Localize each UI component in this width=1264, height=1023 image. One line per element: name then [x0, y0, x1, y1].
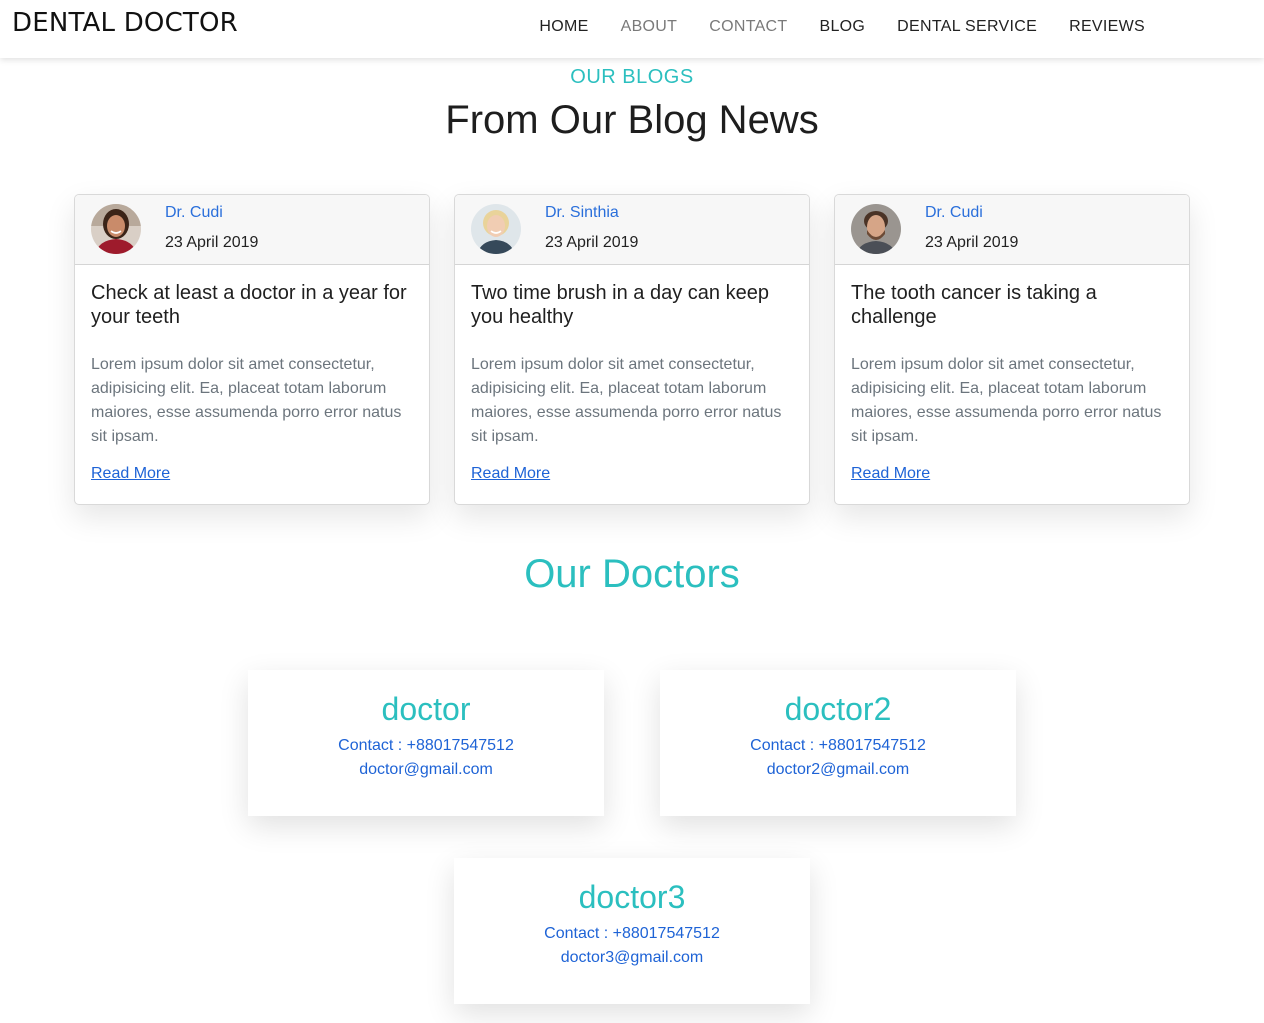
- blog-card-body: Check at least a doctor in a year for yo…: [75, 265, 429, 483]
- nav-dental-service[interactable]: DENTAL SERVICE: [897, 18, 1037, 36]
- nav-reviews[interactable]: REVIEWS: [1069, 18, 1145, 36]
- doctor-contact: Contact : +88017547512: [544, 925, 720, 942]
- blog-card-header: Dr. Cudi 23 April 2019: [75, 195, 429, 265]
- blog-excerpt: Lorem ipsum dolor sit amet consectetur, …: [851, 356, 1162, 445]
- blog-date: 23 April 2019: [165, 234, 259, 251]
- blog-card-body: The tooth cancer is taking a challenge L…: [835, 265, 1189, 483]
- blog-excerpt: Lorem ipsum dolor sit amet consectetur, …: [471, 356, 782, 445]
- nav-about[interactable]: ABOUT: [621, 18, 678, 36]
- blog-excerpt: Lorem ipsum dolor sit amet consectetur, …: [91, 356, 402, 445]
- doctor-card: doctor3 Contact : +88017547512 doctor3@g…: [454, 858, 810, 1004]
- blog-card-header: Dr. Cudi 23 April 2019: [835, 195, 1189, 265]
- author-avatar: [851, 204, 901, 254]
- blog-date: 23 April 2019: [545, 234, 639, 251]
- author-avatar: [471, 204, 521, 254]
- doctor-name: doctor3: [578, 879, 686, 915]
- nav-blog[interactable]: BLOG: [819, 18, 865, 36]
- blog-title: Check at least a doctor in a year for yo…: [91, 282, 407, 328]
- doctor-name: doctor2: [784, 691, 892, 727]
- blogs-kicker: OUR BLOGS: [570, 66, 694, 88]
- navbar: DENTAL DOCTOR HOME ABOUT CONTACT BLOG DE…: [0, 0, 1264, 58]
- blog-title: The tooth cancer is taking a challenge: [851, 282, 1097, 328]
- blog-card: Dr. Sinthia 23 April 2019 Two time brush…: [454, 194, 810, 505]
- nav-links: HOME ABOUT CONTACT BLOG DENTAL SERVICE R…: [539, 18, 1145, 36]
- doctor-card: doctor Contact : +88017547512 doctor@gma…: [248, 670, 604, 816]
- brand-logo[interactable]: DENTAL DOCTOR: [12, 8, 238, 38]
- nav-home[interactable]: HOME: [539, 18, 588, 36]
- read-more-link[interactable]: Read More: [91, 465, 170, 483]
- doctor-card: doctor2 Contact : +88017547512 doctor2@g…: [660, 670, 1016, 816]
- blog-card: Dr. Cudi 23 April 2019 Check at least a …: [74, 194, 430, 505]
- doctor-email[interactable]: doctor2@gmail.com: [660, 758, 1016, 782]
- blog-date: 23 April 2019: [925, 234, 1019, 251]
- author-avatar: [91, 204, 141, 254]
- blog-author[interactable]: Dr. Cudi: [165, 204, 223, 222]
- doctors-title: Our Doctors: [524, 552, 740, 596]
- nav-contact[interactable]: CONTACT: [709, 18, 787, 36]
- blogs-title: From Our Blog News: [445, 98, 819, 142]
- blog-author[interactable]: Dr. Sinthia: [545, 204, 619, 222]
- blog-card: Dr. Cudi 23 April 2019 The tooth cancer …: [834, 194, 1190, 505]
- blog-author[interactable]: Dr. Cudi: [925, 204, 983, 222]
- blog-title: Two time brush in a day can keep you hea…: [471, 282, 769, 328]
- doctor-contact: Contact : +88017547512: [750, 737, 926, 754]
- doctor-name: doctor: [381, 691, 471, 727]
- doctor-contact: Contact : +88017547512: [338, 737, 514, 754]
- blog-card-body: Two time brush in a day can keep you hea…: [455, 265, 809, 483]
- doctor-email[interactable]: doctor3@gmail.com: [454, 946, 810, 970]
- read-more-link[interactable]: Read More: [471, 465, 550, 483]
- read-more-link[interactable]: Read More: [851, 465, 930, 483]
- blog-card-header: Dr. Sinthia 23 April 2019: [455, 195, 809, 265]
- doctor-email[interactable]: doctor@gmail.com: [248, 758, 604, 782]
